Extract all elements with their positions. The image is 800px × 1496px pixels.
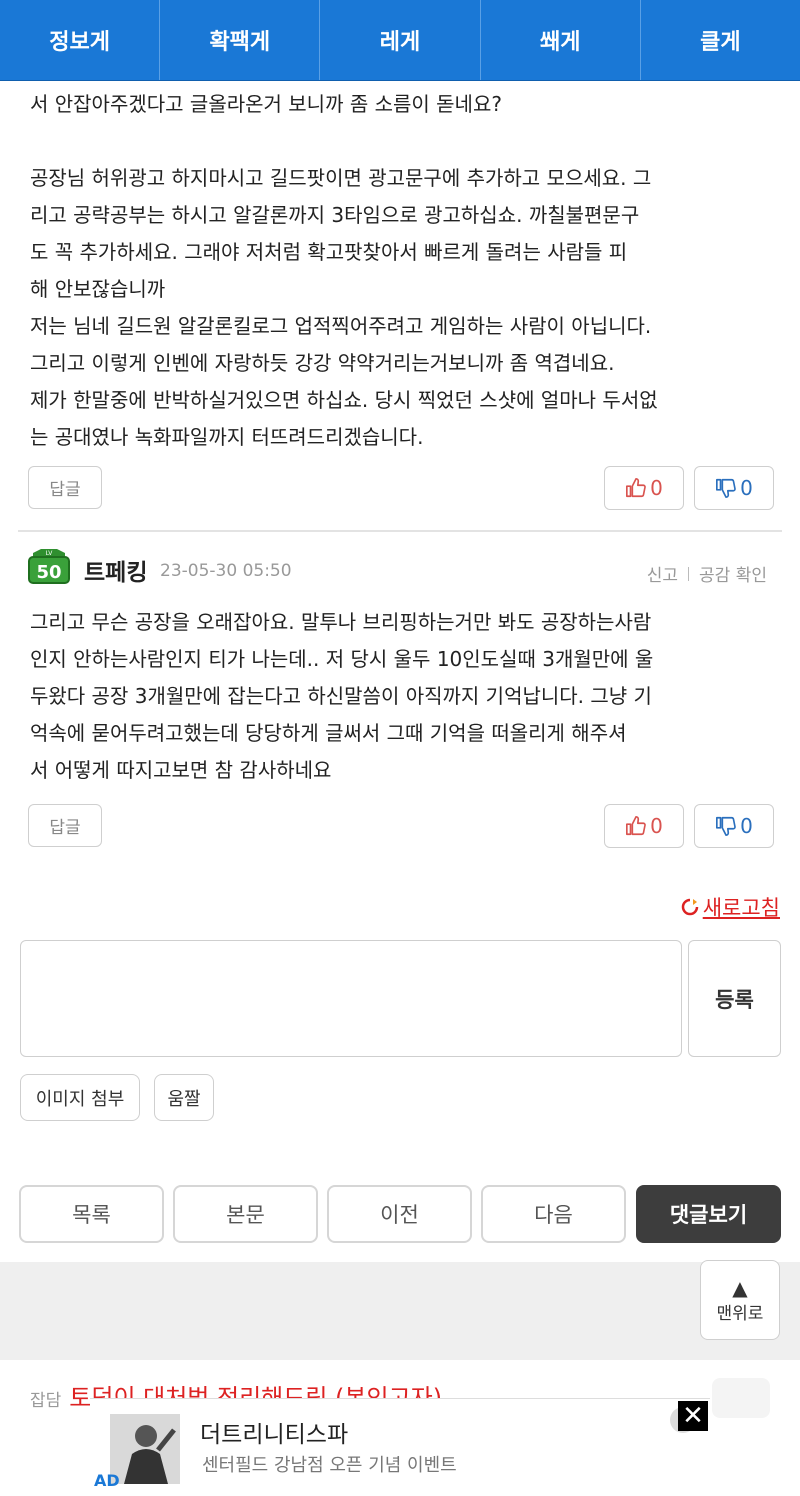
close-icon[interactable]: ✕ — [678, 1401, 708, 1431]
thumbs-down-icon — [716, 816, 736, 836]
tab-raid-board[interactable]: 레게 — [320, 0, 481, 80]
comment-input[interactable] — [20, 940, 682, 1057]
reply-button[interactable]: 답글 — [28, 804, 102, 847]
next-button[interactable]: 다음 — [481, 1185, 626, 1243]
thumbs-up-icon — [626, 816, 646, 836]
tab-expansion-board[interactable]: 확팩게 — [160, 0, 321, 80]
prev-button[interactable]: 이전 — [327, 1185, 472, 1243]
refresh-icon — [681, 898, 698, 916]
refresh-label: 새로고침 — [702, 896, 780, 920]
comment-actions: 신고 공감 확인 — [647, 561, 767, 586]
list-button[interactable]: 목록 — [19, 1185, 164, 1243]
submit-comment-button[interactable]: 등록 — [688, 940, 781, 1057]
like-button[interactable]: 0 — [604, 466, 684, 510]
comment-author[interactable]: 트페킹 — [84, 553, 147, 587]
comment-body: 그리고 무슨 공장을 오래잡아요. 말투나 브리핑하는거만 봐도 공장하는사람 … — [30, 610, 654, 782]
level-badge-icon: LV 50 — [28, 549, 70, 584]
dislike-count: 0 — [740, 814, 753, 838]
ad-subtitle: 센터필드 강남점 오픈 기념 이벤트 — [202, 1455, 457, 1476]
reply-button[interactable]: 답글 — [28, 466, 102, 509]
scroll-to-top-label: 맨위로 — [716, 1303, 764, 1324]
attach-image-button[interactable]: 이미지 첨부 — [20, 1074, 140, 1121]
dislike-count: 0 — [740, 476, 753, 500]
next-post-tag: 잡담 — [30, 1391, 62, 1411]
report-link[interactable]: 신고 — [647, 561, 678, 586]
level-prefix: LV — [46, 550, 54, 557]
action-separator — [688, 566, 690, 581]
empathy-check-link[interactable]: 공감 확인 — [699, 561, 767, 586]
ad-label: AD — [94, 1471, 120, 1490]
tab-info-board[interactable]: 정보게 — [0, 0, 161, 80]
comment-body: 서 안잡아주겠다고 글올라온거 보니까 좀 소름이 돋네요? 공장님 허위광고 … — [30, 92, 658, 449]
section-gap — [0, 1262, 800, 1360]
view-comments-button[interactable]: 댓글보기 — [636, 1185, 781, 1243]
like-count: 0 — [650, 814, 663, 838]
ad-title: 더트리니티스파 — [200, 1422, 349, 1448]
next-post-thumbnail — [712, 1378, 770, 1418]
ad-banner[interactable]: 더트리니티스파 센터필드 강남점 오픈 기념 이벤트 AD ✕ — [90, 1398, 710, 1496]
body-button[interactable]: 본문 — [173, 1185, 318, 1243]
board-tab-bar: 정보게 확팩게 레게 쐐게 클게 — [0, 0, 800, 81]
level-number: 50 — [36, 562, 61, 583]
arrow-up-icon: ▲ — [732, 1275, 748, 1300]
gif-button[interactable]: 움짤 — [154, 1074, 214, 1121]
dislike-button[interactable]: 0 — [694, 466, 774, 510]
comment-divider — [18, 530, 782, 532]
comment-date: 23-05-30 05:50 — [160, 561, 292, 581]
refresh-link[interactable]: 새로고침 — [681, 892, 780, 922]
dislike-button[interactable]: 0 — [694, 804, 774, 848]
thumbs-up-icon — [626, 478, 646, 498]
scroll-to-top-button[interactable]: ▲ 맨위로 — [700, 1260, 780, 1340]
tab-free-board[interactable]: 쐐게 — [481, 0, 641, 80]
thumbs-down-icon — [716, 478, 736, 498]
ad-photo-icon — [110, 1414, 180, 1484]
like-count: 0 — [650, 476, 663, 500]
ad-image — [110, 1414, 180, 1484]
like-button[interactable]: 0 — [604, 804, 684, 848]
tab-class-board[interactable]: 클게 — [641, 0, 800, 80]
